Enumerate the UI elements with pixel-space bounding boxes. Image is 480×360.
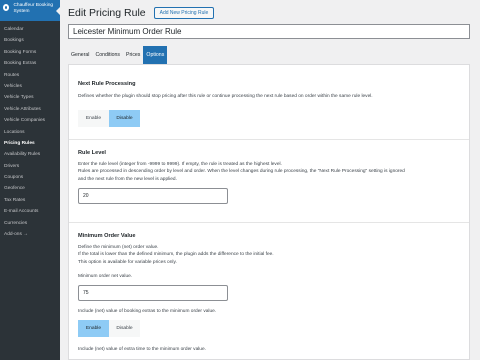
settings-tabs: General Conditions Prices Options <box>68 46 168 64</box>
section-title: Minimum Order Value <box>78 233 136 239</box>
minimum-order-net-input[interactable]: 75 <box>78 284 228 301</box>
next-rule-toggle: Enable Disable <box>78 110 458 128</box>
sidebar-item-calendar[interactable]: Calendar <box>0 24 60 35</box>
rule-level-input[interactable]: 20 <box>78 188 228 205</box>
section-title: Next Rule Processing <box>78 81 136 87</box>
disable-button[interactable]: Disable <box>109 320 140 338</box>
sidebar-item-bookings[interactable]: Bookings <box>0 35 60 46</box>
description-line: and the next rule from the new level is … <box>78 176 177 182</box>
plugin-icon <box>3 4 10 11</box>
rule-level-section: Rule Level Enter the rule level (integer… <box>78 150 458 205</box>
sidebar-menu: Calendar Bookings Booking Forms Booking Ext… <box>0 21 60 240</box>
description-line: Rules are processed in descending order … <box>78 169 405 175</box>
sidebar-plugin-header[interactable]: Chauffeur Booking System <box>0 0 60 21</box>
sidebar-item-vehicles[interactable]: Vehicles <box>0 81 60 92</box>
sidebar-item-vehicle-types[interactable]: Vehicle Types <box>0 92 60 103</box>
description-line: Enter the rule level (integer from -9999… <box>78 162 282 167</box>
sidebar-item-booking-extras[interactable]: Booking Extras <box>0 58 60 69</box>
options-panel: Next Rule Processing Defines whether the… <box>68 64 470 360</box>
sidebar-item-coupons[interactable]: Coupons <box>0 172 60 183</box>
divider <box>69 139 469 140</box>
minimum-order-section: Minimum Order Value Define the minimum (… <box>78 233 458 353</box>
tab-prices[interactable]: Prices <box>123 46 143 64</box>
plugin-name: Chauffeur Booking System <box>13 3 54 14</box>
page-title: Edit Pricing Rule <box>68 7 146 19</box>
sidebar-item-locations[interactable]: Locations <box>0 127 60 138</box>
add-new-pricing-rule-button[interactable]: Add New Pricing Rule <box>153 7 215 19</box>
enable-button[interactable]: Enable <box>78 320 109 338</box>
description-line: If the total is lower than the defined m… <box>78 252 274 258</box>
next-rule-section: Next Rule Processing Defines whether the… <box>78 81 458 128</box>
sidebar-item-drivers[interactable]: Drivers <box>0 161 60 172</box>
tab-options[interactable]: Options <box>143 46 168 64</box>
sidebar-item-e-mail-accounts[interactable]: E-mail Accounts <box>0 206 60 217</box>
admin-sidebar: Chauffeur Booking System Calendar Booking… <box>0 0 60 360</box>
sidebar-item-pricing-rules[interactable]: Pricing Rules <box>0 138 60 149</box>
divider <box>69 222 469 223</box>
enable-button[interactable]: Enable <box>78 110 109 128</box>
description-line: This option is available for variable pr… <box>78 259 177 265</box>
section-description: Defines whether the plugin should stop p… <box>78 94 373 99</box>
extra-time-label: Include (net) value of extra time to the… <box>78 347 206 353</box>
description-line: Define the minimum (net) order value. <box>78 245 159 250</box>
tab-general[interactable]: General <box>68 46 92 64</box>
rule-title-input[interactable]: Leicester Minimum Order Rule <box>68 24 470 39</box>
section-title: Rule Level <box>78 150 106 156</box>
sidebar-item-routes[interactable]: Routes <box>0 70 60 81</box>
net-value-label: Minimum order net value. <box>78 274 133 280</box>
sidebar-item-currencies[interactable]: Currencies <box>0 218 60 229</box>
booking-extras-label: Include (net) value of booking extras to… <box>78 308 217 314</box>
sidebar-item-geofence[interactable]: Geofence <box>0 183 60 194</box>
tab-conditions[interactable]: Conditions <box>92 46 123 64</box>
sidebar-item-tax-rates[interactable]: Tax Rates <box>0 195 60 206</box>
main-content: Edit Pricing Rule Add New Pricing Rule L… <box>60 0 480 360</box>
booking-extras-toggle: Enable Disable <box>78 320 458 338</box>
sidebar-item-vehicle-companies[interactable]: Vehicle Companies <box>0 115 60 126</box>
sidebar-item-vehicle-attributes[interactable]: Vehicle Attributes <box>0 104 60 115</box>
sidebar-item-add-ons[interactable]: Add-ons → <box>0 229 60 240</box>
sidebar-item-booking-forms[interactable]: Booking Forms <box>0 47 60 58</box>
page-header: Edit Pricing Rule Add New Pricing Rule <box>68 7 215 19</box>
sidebar-item-availability-rules[interactable]: Availability Rules <box>0 149 60 160</box>
disable-button[interactable]: Disable <box>109 110 140 128</box>
